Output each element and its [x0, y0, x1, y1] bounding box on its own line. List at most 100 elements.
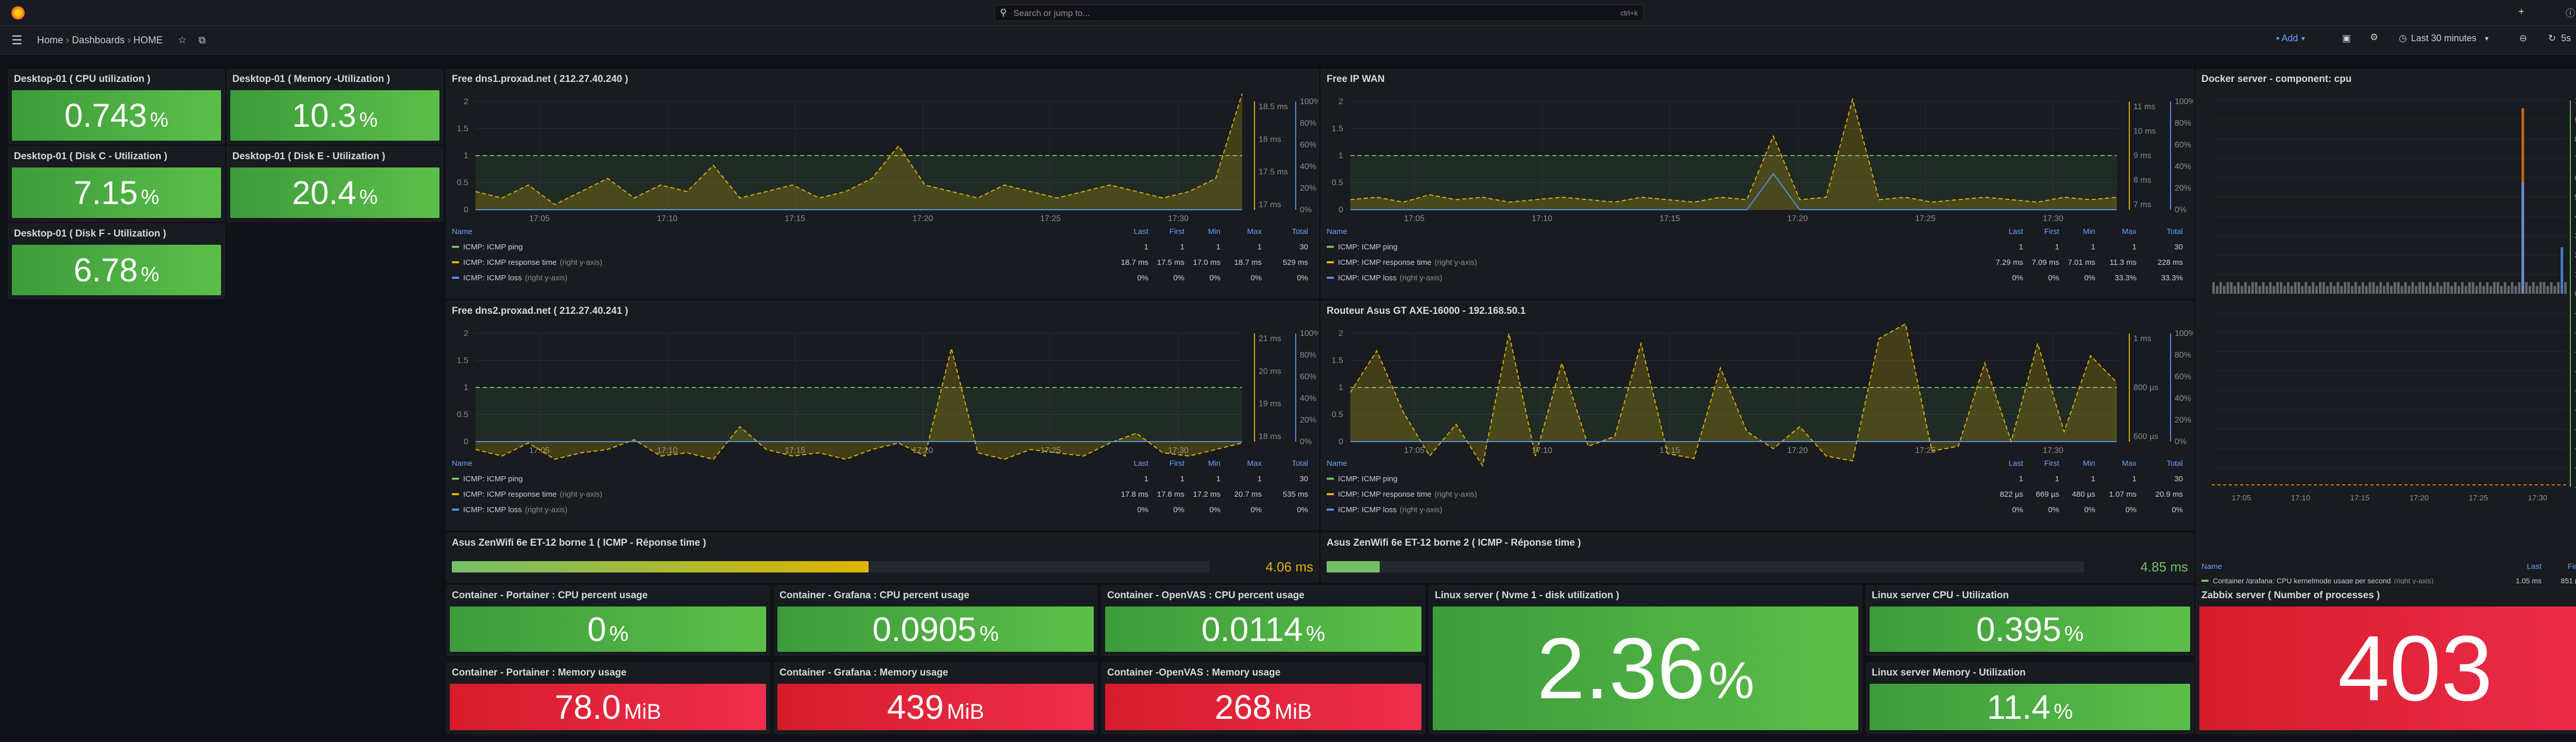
settings-icon[interactable]: ⚙ — [2370, 32, 2378, 43]
legend-col-first[interactable]: First — [2044, 459, 2059, 468]
zoom-out-icon[interactable]: ⊖ — [2519, 33, 2527, 44]
search-box[interactable]: ⚲ Search or jump to... ctrl+k — [994, 5, 1643, 21]
bar — [2322, 282, 2325, 294]
legend-col-first[interactable]: First — [2568, 562, 2576, 571]
y-tick-left: 1.5 — [457, 357, 468, 365]
menu-icon[interactable]: ☰ — [11, 33, 23, 48]
share-icon[interactable]: ⧉ — [199, 35, 206, 46]
timeseries-dns1[interactable]: Free dns1.proxad.net ( 212.27.40.240 ) 0… — [446, 69, 1319, 298]
legend-col-name[interactable]: Name — [2201, 562, 2222, 571]
legend-col-name[interactable]: Name — [1327, 459, 1347, 468]
gauge-zenwifi-2[interactable]: Asus ZenWifi 6e ET-12 borne 2 ( ICMP - R… — [1321, 533, 2194, 582]
gauge-zenwifi-1[interactable]: Asus ZenWifi 6e ET-12 borne 1 ( ICMP - R… — [446, 533, 1319, 582]
search-shortcut: ctrl+k — [1620, 9, 1638, 17]
legend-col-min[interactable]: Min — [2083, 459, 2095, 468]
add-button[interactable]: ▪ Add ▼ — [2276, 33, 2306, 44]
legend-row[interactable]: ICMP: ICMP response time (right y-axis) 7.… — [1327, 255, 2188, 269]
stat-linux-nvme[interactable]: Linux server ( Nvme 1 - disk utilization… — [1429, 585, 1862, 734]
legend-col-name[interactable]: Name — [452, 459, 472, 468]
help-icon[interactable]: ⓘ — [2566, 6, 2575, 20]
stat-desktop-disk-c[interactable]: Desktop-01 ( Disk C - Utilization ) 7.15… — [8, 146, 225, 222]
breadcrumb-home[interactable]: Home — [37, 35, 63, 46]
stat-desktop-disk-f[interactable]: Desktop-01 ( Disk F - Utilization ) 6.78… — [8, 224, 225, 299]
legend-row[interactable]: Container /grafana: CPU kernelmode usage… — [2201, 574, 2576, 584]
legend-col-last[interactable]: Last — [2009, 459, 2023, 468]
legend-stat-last: 7.29 ms — [1995, 258, 2023, 267]
stat-linux-cpu[interactable]: Linux server CPU - Utilization 0.395% — [1866, 585, 2194, 655]
legend-col-total[interactable]: Total — [2166, 227, 2183, 236]
breadcrumb-dashboards[interactable]: Dashboards — [72, 35, 125, 46]
legend-col-max[interactable]: Max — [1247, 227, 1262, 236]
legend-stat-total: 30 — [1299, 474, 1308, 483]
legend-row[interactable]: ICMP: ICMP response time (right y-axis) 82… — [1327, 487, 2188, 501]
legend-col-last[interactable]: Last — [1134, 227, 1148, 236]
legend-col-min[interactable]: Min — [1208, 227, 1221, 236]
y-tick-right: 60% — [2175, 141, 2191, 149]
stat-portainer-cpu[interactable]: Container - Portainer : CPU percent usag… — [446, 585, 770, 655]
stat-desktop-disk-e[interactable]: Desktop-01 ( Disk E - Utilization ) 20.4… — [227, 146, 443, 222]
stat-unit: MiB — [624, 699, 662, 723]
legend-col-first[interactable]: First — [2044, 227, 2059, 236]
legend-col-max[interactable]: Max — [2122, 459, 2137, 468]
stat-grafana-memory[interactable]: Container - Grafana : Memory usage 439 Mi… — [774, 663, 1097, 734]
legend-col-min[interactable]: Min — [1208, 459, 1221, 468]
stat-linux-memory[interactable]: Linux server Memory - Utilization 11.4% — [1866, 663, 2194, 734]
legend-col-first[interactable]: First — [1170, 459, 1184, 468]
bar — [2219, 282, 2222, 294]
bar — [2397, 282, 2400, 294]
timeseries-dns2[interactable]: Free dns2.proxad.net ( 212.27.40.241 ) 0… — [446, 301, 1319, 530]
stat-desktop-memory[interactable]: Desktop-01 ( Memory -Utilization ) 10.3% — [227, 69, 443, 144]
legend-row[interactable]: ICMP: ICMP response time (right y-axis) 17… — [452, 487, 1313, 501]
stat-openvas-memory[interactable]: Container -OpenVAS : Memory usage 268 MiB — [1101, 663, 1425, 734]
legend-col-total[interactable]: Total — [1292, 459, 1308, 468]
y-tick-left: 2 — [464, 97, 468, 106]
bar — [2507, 286, 2510, 294]
x-tick: 17:05 — [1404, 446, 1425, 455]
legend-col-last[interactable]: Last — [2527, 562, 2541, 571]
legend-col-max[interactable]: Max — [1247, 459, 1262, 468]
bar — [2447, 282, 2450, 294]
legend-col-name[interactable]: Name — [1327, 227, 1347, 236]
bar — [2315, 286, 2318, 294]
y-tick-mid: 1 ms — [2133, 334, 2151, 343]
legend-col-min[interactable]: Min — [2083, 227, 2095, 236]
star-icon[interactable]: ☆ — [178, 35, 187, 46]
legend-row[interactable]: ICMP: ICMP ping 1 1 1 1 30 — [452, 471, 1313, 486]
legend-row[interactable]: ICMP: ICMP loss (right y-axis) 0% 0% 0% 0% 0% — [452, 502, 1313, 517]
legend-row[interactable]: ICMP: ICMP ping 1 1 1 1 30 — [1327, 240, 2188, 254]
plus-icon[interactable]: + — [2518, 6, 2524, 18]
save-icon[interactable]: ▣ — [2342, 33, 2351, 44]
legend-row[interactable]: ICMP: ICMP loss (right y-axis) 0% 0% 0% 0% 0% — [452, 271, 1313, 285]
legend-row[interactable]: ICMP: ICMP ping 1 1 1 1 30 — [452, 240, 1313, 254]
bar — [2464, 286, 2467, 294]
legend-col-total[interactable]: Total — [1292, 227, 1308, 236]
chart-plot: 0 0.5 1 1.5 2 17:05 17:10 17:15 17:20 17:25 17:30 1… — [457, 93, 1318, 223]
panel-title: Routeur Asus GT AXE-16000 - 192.168.50.1 — [1327, 306, 1526, 316]
legend-row[interactable]: ICMP: ICMP loss (right y-axis) 0% 0% 0% 0% 0% — [1327, 502, 2188, 517]
legend-stat-last: 1 — [2019, 242, 2023, 251]
legend-row[interactable]: ICMP: ICMP response time (right y-axis) 18… — [452, 255, 1313, 269]
legend-col-name[interactable]: Name — [452, 227, 472, 236]
refresh-button[interactable]: ↻ 5s ▼ — [2548, 33, 2576, 44]
stat-desktop-cpu[interactable]: Desktop-01 ( CPU utilization ) 0.743% — [8, 69, 225, 144]
legend-row[interactable]: ICMP: ICMP loss (right y-axis) 0% 0% 0% 33.3%… — [1327, 271, 2188, 285]
legend-row[interactable]: ICMP: ICMP ping 1 1 1 1 30 — [1327, 471, 2188, 486]
stat-portainer-memory[interactable]: Container - Portainer : Memory usage 78.… — [446, 663, 770, 734]
timeseries-free-ip-wan[interactable]: Free IP WAN 0 0.5 1 1.5 2 17:05 17:10 17:15 17:2… — [1321, 69, 2194, 298]
legend-col-first[interactable]: First — [1170, 227, 1184, 236]
stat-grafana-cpu[interactable]: Container - Grafana : CPU percent usage … — [774, 585, 1097, 655]
docker-cpu-panel[interactable]: Docker server - component: cpu -100%-90%… — [2196, 69, 2576, 584]
legend-stat-min: 1 — [2091, 242, 2095, 251]
grafana-logo[interactable] — [11, 6, 25, 20]
legend-col-total[interactable]: Total — [2166, 459, 2183, 468]
legend-stat-first: 1 — [1180, 474, 1184, 483]
time-picker[interactable]: ◷ Last 30 minutes ▼ — [2399, 33, 2490, 44]
y-tick-right: 0% — [2175, 206, 2187, 214]
legend-col-last[interactable]: Last — [1134, 459, 1148, 468]
timeseries-router-asus[interactable]: Routeur Asus GT AXE-16000 - 192.168.50.1… — [1321, 301, 2194, 530]
bar — [2286, 282, 2290, 294]
legend-col-max[interactable]: Max — [2122, 227, 2137, 236]
stat-openvas-cpu[interactable]: Container - OpenVAS : CPU percent usage … — [1101, 585, 1425, 655]
legend-col-last[interactable]: Last — [2009, 227, 2023, 236]
stat-zabbix-processes[interactable]: Zabbix server ( Number of processes ) 40… — [2196, 585, 2576, 734]
